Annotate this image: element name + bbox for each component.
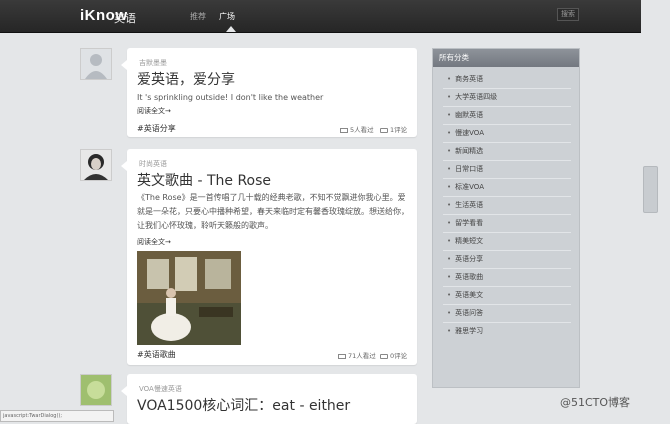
sidebar-title: 所有分类 (433, 49, 579, 67)
eye-icon (340, 127, 348, 133)
avatar-user[interactable] (80, 149, 112, 181)
active-nav-indicator (226, 26, 236, 32)
sidebar-item[interactable]: 雅思学习 (447, 326, 483, 336)
post-card: VOA慢速英语 VOA1500核心词汇：eat - either (121, 374, 417, 424)
sidebar-item[interactable]: 留学看看 (447, 218, 483, 228)
sidebar-item[interactable]: 英语美文 (447, 290, 483, 300)
sidebar-item[interactable]: 精美短文 (447, 236, 483, 246)
avatar-default[interactable] (80, 48, 112, 80)
top-navigation-bar: iKnow 英语 推荐 广场 搜索 (0, 0, 670, 33)
read-more-link[interactable]: 阅读全文→ (137, 106, 171, 116)
sidebar-item[interactable]: 日常口语 (447, 164, 483, 174)
views-count: 5人看过 (340, 124, 374, 134)
user-silhouette-icon (81, 49, 111, 79)
comment-icon (380, 353, 388, 359)
site-logo-subtitle: 英语 (114, 12, 136, 25)
feedback-tab[interactable] (643, 166, 658, 213)
sidebar-item[interactable]: 英语歌曲 (447, 272, 483, 282)
bride-photo (137, 251, 241, 345)
sidebar-item[interactable]: 商务英语 (447, 74, 483, 84)
nav-square[interactable]: 广场 (219, 11, 235, 22)
nav-recommend[interactable]: 推荐 (190, 11, 206, 22)
watermark: @51CTO博客 (560, 396, 631, 409)
post-image[interactable] (137, 251, 241, 345)
post-title[interactable]: VOA1500核心词汇：eat - either (137, 395, 350, 415)
sidebar-item[interactable]: 英语问答 (447, 308, 483, 318)
sidebar-item[interactable]: 英语分享 (447, 254, 483, 264)
user-photo-icon (81, 150, 111, 180)
sidebar-item[interactable]: 生活英语 (447, 200, 483, 210)
browser-status-bar: javascript:TwarDialog(); (0, 410, 114, 422)
post-excerpt: 《The Rose》是一首传唱了几十载的经典老歌，不知不觉飘进你我心里。爱就是一… (137, 193, 409, 230)
sidebar-item[interactable]: 慢速VOA (447, 128, 484, 138)
post-tag[interactable]: #英语分享 (137, 123, 176, 134)
post-category[interactable]: 时尚英语 (139, 159, 167, 169)
post-title[interactable]: 英文歌曲 - The Rose (137, 170, 271, 190)
sidebar-item[interactable]: 新闻精选 (447, 146, 483, 156)
comments-count[interactable]: 1评论 (380, 124, 407, 134)
search-button[interactable]: 搜索 (557, 8, 579, 21)
voa-logo-icon (81, 375, 111, 405)
comments-count[interactable]: 0评论 (380, 350, 407, 360)
sidebar-item[interactable]: 幽默英语 (447, 110, 483, 120)
post-tag[interactable]: #英语歌曲 (137, 349, 176, 360)
sidebar-item[interactable]: 标准VOA (447, 182, 484, 192)
avatar-voa[interactable] (80, 374, 112, 406)
read-more-link[interactable]: 阅读全文→ (137, 237, 171, 247)
views-count: 71人看过 (338, 350, 376, 360)
post-category[interactable]: 吉默墨墨 (139, 58, 167, 68)
post-excerpt: It 's sprinkling outside! I don't like t… (137, 93, 324, 102)
sidebar-item[interactable]: 大学英语四级 (447, 92, 497, 102)
post-card: 时尚英语 英文歌曲 - The Rose 《The Rose》是一首传唱了几十载… (121, 149, 417, 365)
comment-icon (380, 127, 388, 133)
post-category[interactable]: VOA慢速英语 (139, 384, 182, 394)
category-sidebar: 所有分类 商务英语 大学英语四级 幽默英语 慢速VOA 新闻精选 日常口语 标准… (432, 48, 580, 388)
post-card: 吉默墨墨 爱英语，爱分享 It 's sprinkling outside! I… (121, 48, 417, 137)
post-title[interactable]: 爱英语，爱分享 (137, 69, 235, 89)
eye-icon (338, 353, 346, 359)
